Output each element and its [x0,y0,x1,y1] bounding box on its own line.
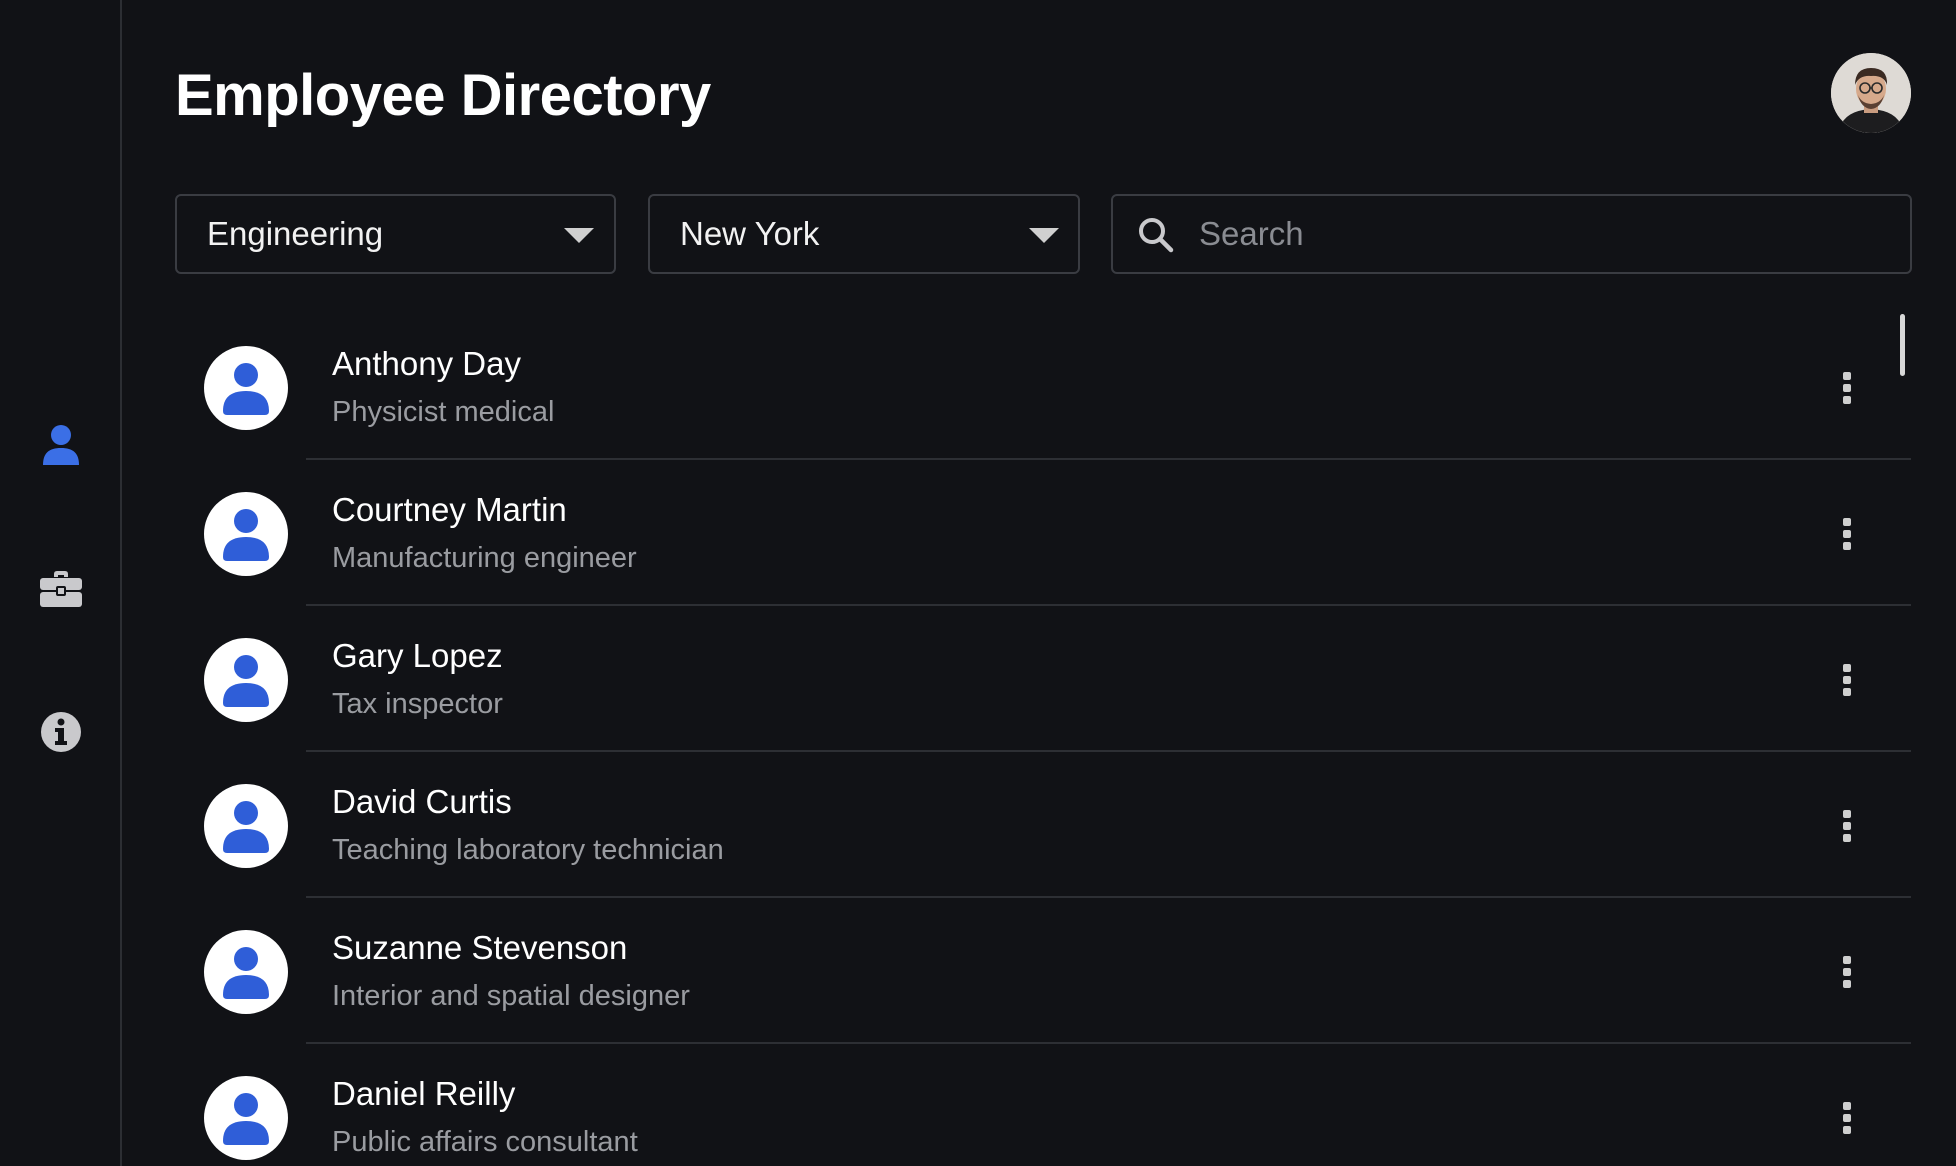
person-icon [223,947,269,999]
more-options-icon[interactable] [1827,658,1867,702]
employee-job-title: Teaching laboratory technician [332,834,724,866]
list-scrollbar[interactable] [1900,314,1905,376]
more-options-icon[interactable] [1827,1096,1867,1140]
sidebar-item-employees[interactable] [36,420,86,470]
page-title: Employee Directory [175,63,711,128]
app-window: Employee Directory Engineering New York [0,0,1956,1166]
employee-row[interactable]: David Curtis Teaching laboratory technic… [175,752,1911,898]
employee-name: Daniel Reilly [332,1075,516,1112]
department-select-value: Engineering [207,215,384,252]
employee-name: Suzanne Stevenson [332,929,628,966]
more-options-icon[interactable] [1827,950,1867,994]
search-input[interactable] [1199,204,1879,264]
employee-job-title: Public affairs consultant [332,1126,638,1158]
employee-row[interactable]: Gary Lopez Tax inspector [175,606,1911,752]
more-options-icon[interactable] [1827,804,1867,848]
employee-name: Courtney Martin [332,491,567,528]
search-icon [1139,218,1174,253]
employee-avatar [204,346,288,430]
info-icon [41,712,81,752]
employee-avatar [204,784,288,868]
employee-job-title: Manufacturing engineer [332,542,637,574]
employee-list: Anthony Day Physicist medical Courtney M… [175,314,1911,1166]
employee-row[interactable]: Anthony Day Physicist medical [175,314,1911,460]
search-box[interactable] [1111,194,1912,274]
sidebar-item-info[interactable] [36,707,86,757]
employee-job-title: Tax inspector [332,688,503,720]
location-select-value: New York [680,215,820,252]
employee-name: Gary Lopez [332,637,503,674]
employee-name: Anthony Day [332,345,521,382]
user-avatar[interactable] [1831,53,1911,133]
more-options-icon[interactable] [1827,366,1867,410]
employee-row[interactable]: Courtney Martin Manufacturing engineer [175,460,1911,606]
person-icon [223,363,269,415]
more-options-icon[interactable] [1827,512,1867,556]
employee-row[interactable]: Daniel Reilly Public affairs consultant [175,1044,1911,1166]
sidebar [0,0,122,1166]
chevron-down-icon [1029,228,1059,243]
employee-row[interactable]: Suzanne Stevenson Interior and spatial d… [175,898,1911,1044]
person-icon [43,425,79,465]
sidebar-item-jobs[interactable] [36,564,86,614]
user-photo [1831,53,1911,133]
employee-job-title: Physicist medical [332,396,555,428]
employee-avatar [204,1076,288,1160]
employee-name: David Curtis [332,783,512,820]
person-icon [223,801,269,853]
person-icon [223,509,269,561]
employee-job-title: Interior and spatial designer [332,980,690,1012]
department-select[interactable]: Engineering [175,194,616,274]
employee-avatar [204,930,288,1014]
person-icon [223,655,269,707]
employee-avatar [204,492,288,576]
chevron-down-icon [564,228,594,243]
briefcase-icon [40,571,82,607]
location-select[interactable]: New York [648,194,1080,274]
person-icon [223,1093,269,1145]
employee-avatar [204,638,288,722]
